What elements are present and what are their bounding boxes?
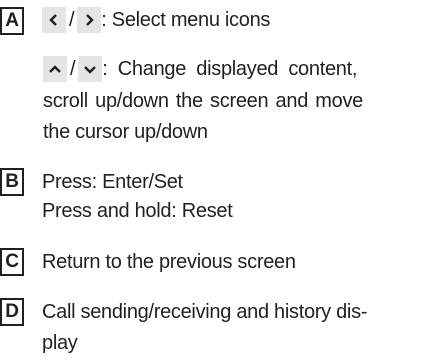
up-down-keys-line: / : Change displayed content, <box>43 56 431 84</box>
chevron-right-icon <box>86 14 94 26</box>
chevron-down-key <box>78 56 103 82</box>
label-badge-a: A <box>0 7 24 35</box>
item-c-line-1: Return to the previous screen <box>42 251 296 273</box>
item-b-line-2: Press and hold: Reset <box>42 200 233 222</box>
slash-separator: / <box>69 9 75 31</box>
chevron-right-key <box>77 7 102 33</box>
label-badge-b: B <box>0 168 24 196</box>
slash-separator: / <box>70 58 76 80</box>
chevron-up-key <box>43 56 67 82</box>
instruction-list: A / : Select menu icons / : Change displ… <box>0 0 446 363</box>
up-down-description-cont: scroll up/down the screen and move <box>43 90 363 112</box>
item-b-line-1: Press: Enter/Set <box>42 171 183 193</box>
item-d-line-2: play <box>42 332 78 354</box>
chevron-left-key <box>42 7 66 33</box>
left-right-keys-line: / : Select menu icons <box>42 7 270 35</box>
chevron-up-icon <box>49 65 61 73</box>
label-badge-d: D <box>0 298 24 326</box>
label-badge-c: C <box>0 248 24 276</box>
chevron-down-icon <box>84 66 97 74</box>
item-d-line-1: Call sending/receiving and history dis- <box>42 301 368 323</box>
chevron-left-icon <box>49 14 57 26</box>
up-down-description: : Change displayed content, <box>102 58 358 80</box>
left-right-description: : Select menu icons <box>101 9 271 31</box>
up-down-description-end: the cursor up/down <box>43 121 208 143</box>
